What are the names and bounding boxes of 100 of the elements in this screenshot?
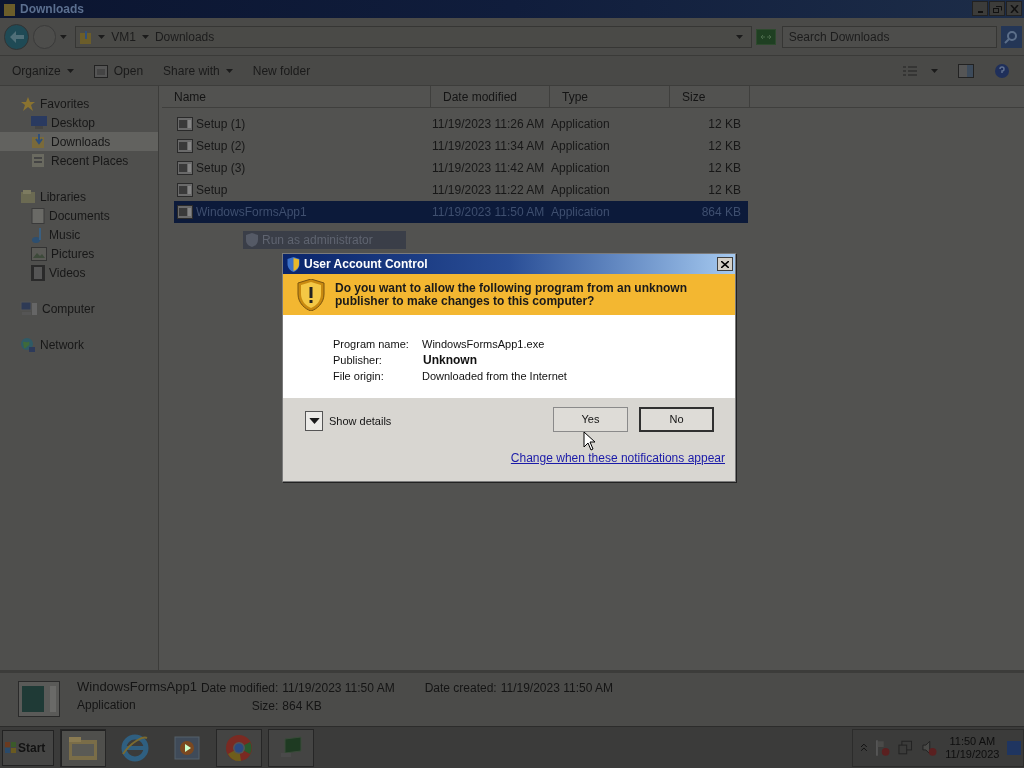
star-icon [20, 95, 36, 112]
field-value: Downloaded from the Internet [422, 369, 568, 384]
column-header[interactable]: Type [550, 86, 670, 107]
caret-icon [141, 34, 149, 39]
chrome-logo-icon [225, 733, 253, 762]
file-name: Setup (1) [196, 116, 246, 133]
pane-icon [958, 63, 974, 78]
close-button[interactable] [717, 257, 733, 271]
show-details-button[interactable]: Show details [305, 411, 392, 431]
search-button[interactable] [1000, 25, 1022, 48]
table-cell-text: 12 KB [707, 182, 741, 199]
table-cell-text: 11/19/2023 11:26 AM [432, 116, 546, 133]
table-cell-text: 12 KB [707, 138, 741, 155]
mouse-pointer-icon [583, 431, 596, 451]
history-caret-icon [60, 34, 68, 39]
taskbar-app-button[interactable] [60, 728, 106, 767]
show-desktop-button[interactable] [1007, 740, 1021, 755]
caret-icon [931, 68, 938, 73]
refresh-arrows-icon [759, 32, 772, 41]
shield-icon [245, 233, 259, 247]
caret-icon [66, 68, 74, 73]
field-label: Publisher: [333, 353, 383, 368]
field-value: WindowsFormsApp1.exe [422, 337, 546, 352]
flag-error-icon [874, 738, 891, 757]
table-cell-text: Application [551, 138, 611, 155]
nav-item[interactable]: Documents [0, 206, 158, 225]
nav-group[interactable]: Network [0, 335, 158, 354]
notifications-link[interactable]: Change when these notifications appear [510, 449, 725, 467]
file-row[interactable]: Setup (1) 11/19/2023 11:26 AM Application 12 KB [174, 113, 748, 135]
table-cell-text: Application [551, 116, 611, 133]
window-title: Downloads [20, 1, 84, 18]
dropdown-caret-icon [736, 34, 744, 39]
globe-icon [20, 336, 36, 353]
image-icon [31, 246, 47, 261]
table-cell-text: 11/19/2023 11:22 AM [432, 182, 546, 199]
column-header[interactable]: Size [670, 86, 750, 107]
field-value: Unknown [422, 352, 478, 368]
monitor-icon [31, 116, 47, 129]
view-options-button[interactable] [903, 65, 938, 76]
close-icon [721, 260, 729, 268]
nav-item[interactable]: Music [0, 225, 158, 244]
double-chevron-icon [861, 743, 867, 752]
table-cell-text: 12 KB [707, 116, 741, 133]
field-label: File origin: [333, 369, 385, 384]
caret-icon [98, 34, 106, 39]
back-button[interactable] [4, 23, 30, 50]
computer-icon [20, 300, 38, 317]
column-header[interactable]: Date modified [431, 86, 550, 107]
file-name: Setup [196, 182, 228, 199]
table-cell-text: 12 KB [707, 160, 741, 177]
film-icon [31, 264, 45, 281]
file-name: Setup (3) [196, 160, 246, 177]
application-icon [177, 183, 193, 197]
application-icon [177, 161, 193, 175]
caret-icon [225, 68, 233, 73]
column-header[interactable]: Name [162, 86, 431, 107]
document-icon [31, 207, 45, 224]
table-cell-text: Application [551, 182, 611, 199]
taskbar-app-button[interactable] [216, 728, 262, 767]
taskbar-app-button[interactable] [268, 728, 314, 767]
play-icon [174, 734, 200, 761]
caret-icon [308, 418, 320, 424]
table-cell-text: 11/19/2023 11:42 AM [432, 160, 546, 177]
minimize-button[interactable] [972, 1, 988, 16]
table-cell-text: Application [551, 160, 611, 177]
help-button[interactable] [994, 62, 1010, 79]
shield-icon [287, 256, 300, 272]
help-icon [994, 62, 1010, 79]
file-name: Setup (2) [196, 138, 246, 155]
application-icon [177, 117, 193, 131]
nav-item[interactable]: Desktop [0, 113, 158, 132]
library-icon [20, 189, 36, 204]
nav-item[interactable]: Videos [0, 263, 158, 282]
speaker-muted-icon [921, 738, 938, 757]
dialog-question: Do you want to allow the following program from an unknown publisher to make changes to this computer? [335, 281, 688, 308]
nav-item[interactable]: Downloads [0, 132, 158, 151]
application-icon [177, 139, 193, 153]
nav-group[interactable]: Favorites [0, 94, 158, 113]
preview-pane-button[interactable] [958, 63, 974, 78]
minimize-icon [977, 10, 983, 13]
refresh-button[interactable] [756, 28, 776, 45]
left-arrow-icon [9, 30, 24, 43]
dialog-button[interactable]: No [639, 407, 714, 432]
expand-toggle[interactable] [305, 411, 323, 431]
globe-icon [121, 733, 149, 762]
nav-item[interactable]: Pictures [0, 244, 158, 263]
application-icon [177, 205, 193, 219]
file-name: WindowsFormsApp1 [77, 680, 197, 694]
warning-shield-icon [297, 278, 325, 311]
search-icon [1004, 29, 1019, 44]
nav-group[interactable]: Libraries [0, 187, 158, 206]
file-row[interactable]: Setup (3) 11/19/2023 11:42 AM Application 12 KB [174, 157, 748, 179]
restore-icon [992, 4, 1002, 13]
nav-group[interactable]: Computer [0, 299, 158, 318]
file-row[interactable]: Setup (2) 11/19/2023 11:34 AM Application 12 KB [174, 135, 748, 157]
restore-button[interactable] [989, 1, 1005, 16]
nav-item[interactable]: Recent Places [0, 151, 158, 170]
dialog-button[interactable]: Yes [553, 407, 628, 432]
file-row[interactable]: Setup 11/19/2023 11:22 AM Application 12 KB [174, 179, 748, 201]
open-window-icon [93, 63, 108, 78]
